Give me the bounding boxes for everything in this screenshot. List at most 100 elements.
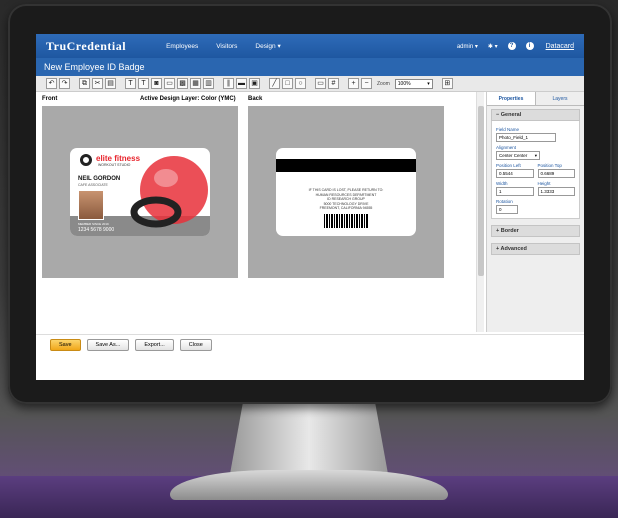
action-bar: Save Save As... Export... Close (36, 334, 584, 354)
chip-icon[interactable]: ▣ (249, 78, 260, 89)
chevron-down-icon: ▾ (534, 153, 537, 158)
position-top-input[interactable]: 0.6689 (537, 169, 575, 178)
cut-icon[interactable]: ✂ (92, 78, 103, 89)
fit-icon[interactable]: ⊞ (441, 78, 453, 89)
field-name-input[interactable]: Photo_Field_1 (496, 133, 556, 142)
canvas-scrollbar[interactable] (476, 92, 484, 332)
page-title: New Employee ID Badge (36, 58, 584, 76)
advanced-header-text: Advanced (500, 246, 527, 252)
person-title: CAFE ASSOCIATE (78, 183, 108, 187)
signature-icon[interactable]: ▦ (190, 78, 201, 89)
back-canvas[interactable]: IF THIS CARD IS LOST, PLEASE RETURN TO: … (248, 106, 444, 278)
question-icon: ? (507, 42, 516, 50)
general-header-text: General (500, 112, 522, 118)
height-label: Height (537, 181, 551, 186)
nav-design[interactable]: Design ▾ (255, 42, 280, 50)
copy-icon[interactable]: ⧉ (79, 78, 90, 89)
brand-name: elite fitness (96, 154, 141, 163)
user-menu[interactable]: admin ▾ (457, 43, 478, 50)
design-workspace: Front Active Design Layer: Color (YMC) B… (36, 92, 584, 332)
export-button[interactable]: Export... (135, 338, 174, 351)
undo-icon[interactable]: ↶ (46, 78, 57, 89)
zoom-value: 100% (397, 80, 411, 87)
rotation-input[interactable]: 0 (496, 205, 518, 214)
save-as-button[interactable]: Save As... (86, 338, 130, 351)
height-input[interactable]: 1.3333 (537, 187, 575, 196)
position-top-label: Position Top (537, 163, 562, 168)
rectangle-icon[interactable]: □ (282, 78, 293, 89)
text-field-icon[interactable]: T (125, 78, 136, 89)
width-input[interactable]: 1 (496, 187, 534, 196)
grid-icon[interactable]: # (328, 78, 339, 89)
border-section-header[interactable]: + Border (491, 225, 580, 237)
magstripe-icon[interactable]: ▬ (236, 78, 247, 89)
scroll-thumb[interactable] (478, 106, 484, 276)
gear-logo-icon (80, 154, 92, 166)
alignment-label: Alignment (496, 145, 517, 150)
monitor-stand-neck (230, 404, 388, 474)
canvas-area: Front Active Design Layer: Color (YMC) B… (36, 92, 476, 332)
zoom-select[interactable]: 100% ▾ (394, 78, 433, 89)
barcode-image (324, 214, 368, 228)
alignment-select[interactable]: Center Center ▾ (496, 151, 540, 160)
chevron-down-icon: ▾ (427, 80, 430, 87)
photo-placeholder[interactable] (78, 190, 104, 220)
ellipse-icon[interactable]: ○ (295, 78, 306, 89)
paste-icon[interactable]: ▤ (105, 78, 116, 89)
monitor-bezel: TruCredential Employees Visitors Design … (8, 4, 612, 404)
gear-icon: ✱ (487, 43, 493, 50)
return-line: FREEMONT, CALIFORNIA 94555 (319, 206, 373, 210)
general-section: Field Name Photo_Field_1 Alignment Cente… (491, 121, 580, 219)
app-screen: TruCredential Employees Visitors Design … (36, 34, 584, 380)
logo-icon[interactable]: ▩ (177, 78, 188, 89)
field-icon[interactable]: ▥ (203, 78, 214, 89)
zoom-in-icon[interactable]: + (348, 78, 359, 89)
monitor-stand-base (170, 470, 448, 500)
rotation-label: Rotation (496, 199, 513, 204)
general-section-header[interactable]: − General (491, 109, 580, 121)
front-card[interactable]: elite fitness WORKOUT STUDIO NEIL GORDON… (70, 148, 210, 236)
tab-layers[interactable]: Layers (536, 92, 584, 105)
nav-visitors[interactable]: Visitors (216, 43, 237, 50)
brand-subtitle: WORKOUT STUDIO (98, 163, 131, 167)
line-icon[interactable]: ╱ (269, 78, 280, 89)
front-canvas[interactable]: elite fitness WORKOUT STUDIO NEIL GORDON… (42, 106, 238, 278)
photo-icon[interactable]: ◙ (151, 78, 162, 89)
save-button[interactable]: Save (50, 338, 81, 351)
design-toolbar: ↶ ↷ ⧉ ✂ ▤ T T ◙ ▭ ▩ ▦ ▥ ∥ ▬ ▣ ╱ □ ○ ▭ # (36, 76, 584, 92)
active-layer-label: Active Design Layer: Color (YMC) (140, 96, 236, 102)
position-left-input[interactable]: 0.5544 (496, 169, 534, 178)
magnetic-stripe (276, 159, 416, 172)
alignment-value: Center Center (499, 153, 528, 158)
tab-properties[interactable]: Properties (487, 92, 536, 105)
zoom-out-icon[interactable]: − (361, 78, 372, 89)
person-name: NEIL GORDON (78, 176, 121, 182)
back-card[interactable]: IF THIS CARD IS LOST, PLEASE RETURN TO: … (276, 148, 416, 236)
vendor-link[interactable]: Datacard (546, 43, 574, 50)
align-icon[interactable]: ▭ (315, 78, 326, 89)
advanced-section-header[interactable]: + Advanced (491, 243, 580, 255)
brand-logo: TruCredential (46, 38, 127, 53)
border-header-text: Border (500, 228, 519, 234)
return-text: IF THIS CARD IS LOST, PLEASE RETURN TO: … (276, 188, 416, 211)
help-button[interactable]: ? (507, 42, 516, 50)
info-icon: i (525, 42, 534, 50)
close-button[interactable]: Close (179, 338, 212, 351)
image-icon[interactable]: ▭ (164, 78, 175, 89)
position-left-label: Position Left (496, 163, 521, 168)
person-subtitle: MEMBER SINCE 2019 (78, 222, 109, 226)
settings-menu[interactable]: ✱ ▾ (488, 43, 498, 50)
barcode-icon[interactable]: ∥ (223, 78, 234, 89)
zoom-label: Zoom (377, 80, 390, 87)
top-navigation-bar: TruCredential Employees Visitors Design … (36, 34, 584, 58)
field-name-label: Field Name (496, 127, 520, 132)
info-button[interactable]: i (525, 42, 534, 50)
front-label: Front (42, 96, 58, 102)
page-title-text: New Employee ID Badge (44, 62, 145, 72)
static-text-icon[interactable]: T (138, 78, 149, 89)
id-number: 1234 5678 9000 (78, 227, 115, 233)
back-label: Back (248, 96, 263, 102)
nav-employees[interactable]: Employees (166, 43, 198, 50)
properties-panel: Properties Layers − General Field Name P… (486, 92, 584, 332)
redo-icon[interactable]: ↷ (59, 78, 70, 89)
